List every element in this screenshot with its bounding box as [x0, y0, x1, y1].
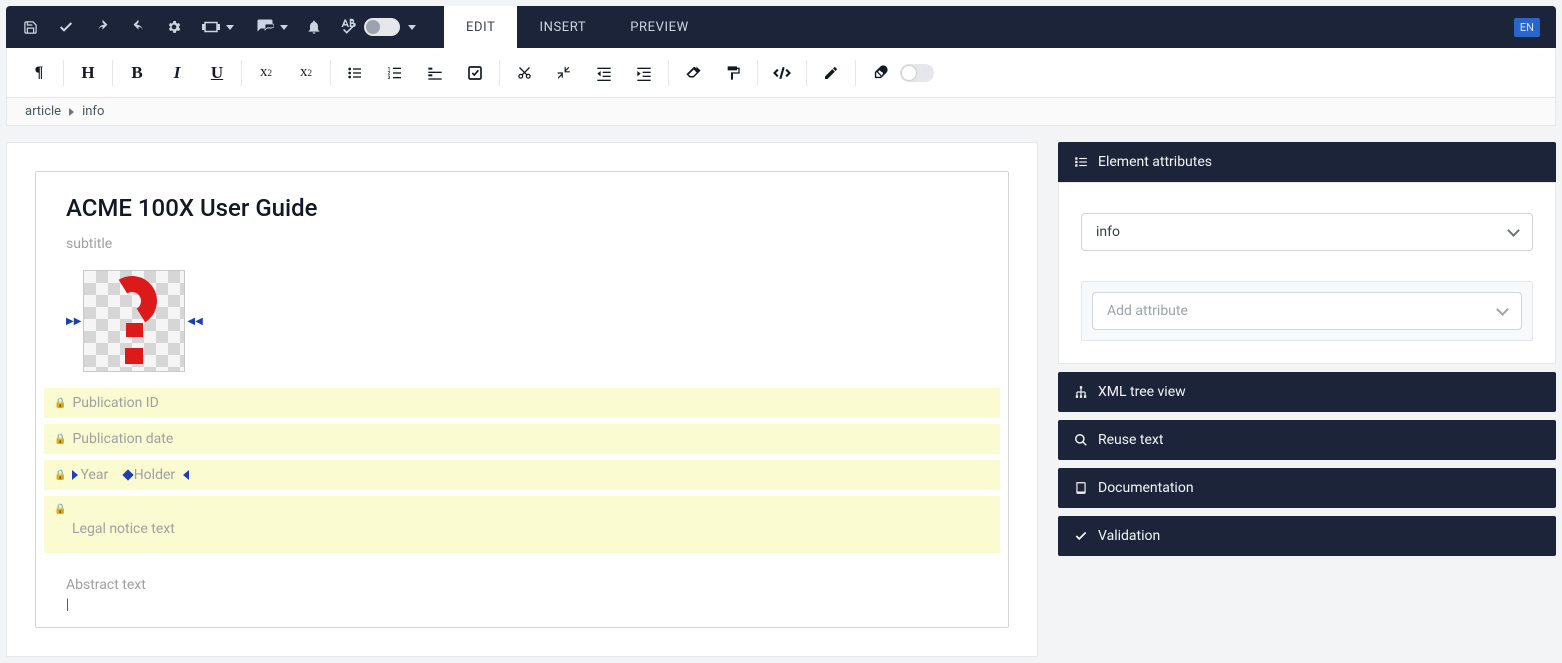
- xml-tree-header[interactable]: XML tree view: [1058, 372, 1556, 412]
- copyright-field[interactable]: 🔒 Year Holder: [44, 460, 1000, 490]
- mode-tabs: EDIT INSERT PREVIEW: [444, 6, 711, 48]
- comment-dropdown[interactable]: [246, 6, 288, 48]
- panel-title: XML tree view: [1098, 384, 1186, 400]
- outdent-icon[interactable]: [584, 48, 624, 98]
- element-attributes-panel: Element attributes info Add attribute: [1058, 142, 1556, 364]
- svg-text:3: 3: [388, 75, 391, 81]
- reuse-text-header[interactable]: Reuse text: [1058, 420, 1556, 460]
- caret-right-icon: ▶▶: [66, 316, 81, 327]
- breadcrumb-item[interactable]: article: [25, 104, 61, 119]
- validation-panel: Validation: [1058, 516, 1556, 556]
- pencil-icon[interactable]: [811, 48, 851, 98]
- document-title[interactable]: ACME 100X User Guide: [36, 194, 1008, 222]
- publication-id-field[interactable]: 🔒 Publication ID: [44, 388, 1000, 418]
- spellcheck-toggle[interactable]: [332, 18, 424, 36]
- underline-icon[interactable]: U: [197, 48, 237, 98]
- legal-notice-field[interactable]: 🔒 Legal notice text: [44, 496, 1000, 553]
- subtitle-placeholder[interactable]: subtitle: [66, 236, 112, 252]
- tree-icon: [1074, 385, 1088, 399]
- documentation-panel: Documentation: [1058, 468, 1556, 508]
- superscript-icon[interactable]: x2: [246, 48, 286, 98]
- layout-icon: [192, 6, 224, 48]
- panel-title: Documentation: [1098, 480, 1194, 496]
- element-attributes-header[interactable]: Element attributes: [1058, 142, 1556, 182]
- tab-edit[interactable]: EDIT: [444, 6, 517, 48]
- layout-dropdown[interactable]: [192, 6, 234, 48]
- format-painter-icon[interactable]: [713, 48, 753, 98]
- eraser-icon[interactable]: [673, 48, 713, 98]
- redo-icon[interactable]: [120, 6, 156, 48]
- bullet-list-icon[interactable]: [335, 48, 375, 98]
- lock-icon: 🔒: [54, 434, 66, 445]
- field-placeholder: Publication date: [72, 431, 173, 447]
- paragraph-icon[interactable]: ¶: [19, 48, 59, 98]
- italic-icon[interactable]: I: [157, 48, 197, 98]
- lock-icon: 🔒: [54, 504, 66, 515]
- panel-title: Reuse text: [1098, 432, 1163, 448]
- subscript-icon[interactable]: x2: [286, 48, 326, 98]
- year-tag[interactable]: Year: [72, 467, 108, 483]
- spellcheck-icon: [340, 18, 358, 36]
- collapse-icon[interactable]: [544, 48, 584, 98]
- check-icon[interactable]: [48, 6, 84, 48]
- abstract-placeholder[interactable]: Abstract text: [66, 577, 146, 593]
- book-icon: [1074, 481, 1088, 495]
- indent-icon[interactable]: [624, 48, 664, 98]
- numbered-list-icon[interactable]: 123: [375, 48, 415, 98]
- select-value: info: [1096, 224, 1120, 240]
- list-icon: [1074, 155, 1088, 169]
- cut-icon[interactable]: [504, 48, 544, 98]
- breadcrumb-item[interactable]: info: [82, 104, 104, 119]
- check-icon: [1074, 529, 1088, 543]
- document-frame[interactable]: ACME 100X User Guide subtitle ▶▶ ◀◀ 🔒 Pu…: [35, 171, 1009, 628]
- tab-preview[interactable]: PREVIEW: [608, 6, 711, 48]
- gear-icon[interactable]: [156, 6, 192, 48]
- validation-header[interactable]: Validation: [1058, 516, 1556, 556]
- panel-title: Validation: [1098, 528, 1160, 544]
- publication-date-field[interactable]: 🔒 Publication date: [44, 424, 1000, 454]
- image-placeholder-row: ▶▶ ◀◀: [36, 270, 1008, 372]
- heading-icon[interactable]: H: [68, 48, 108, 98]
- xml-tree-panel: XML tree view: [1058, 372, 1556, 412]
- holder-tag[interactable]: Holder: [124, 467, 189, 483]
- search-icon: [1074, 433, 1088, 447]
- chevron-down-icon: [280, 25, 288, 30]
- tab-insert[interactable]: INSERT: [517, 6, 608, 48]
- chevron-down-icon: [1507, 224, 1520, 237]
- comment-icon: [246, 6, 278, 48]
- bell-icon[interactable]: [296, 6, 332, 48]
- element-select[interactable]: info: [1081, 213, 1533, 251]
- lock-icon: 🔒: [54, 398, 66, 409]
- editor-panel: ACME 100X User Guide subtitle ▶▶ ◀◀ 🔒 Pu…: [6, 142, 1038, 657]
- language-badge[interactable]: EN: [1514, 18, 1540, 37]
- missing-image-icon[interactable]: [83, 270, 185, 372]
- chevron-down-icon: [1496, 303, 1509, 316]
- chevron-right-icon: [69, 108, 74, 116]
- panel-title: Element attributes: [1098, 154, 1212, 170]
- field-placeholder: Publication ID: [72, 395, 158, 411]
- format-toolbar: ¶ H B I U x2 x2 123: [6, 48, 1556, 98]
- definition-list-icon[interactable]: [415, 48, 455, 98]
- chevron-down-icon: [408, 25, 416, 30]
- select-placeholder: Add attribute: [1107, 303, 1188, 319]
- pill-toggle-icon: [364, 18, 400, 36]
- save-icon[interactable]: [12, 6, 48, 48]
- code-icon[interactable]: [762, 48, 802, 98]
- lock-icon: 🔒: [54, 470, 66, 481]
- caret-left-icon: ◀◀: [187, 316, 202, 327]
- checkbox-icon[interactable]: [455, 48, 495, 98]
- breadcrumb: article info: [6, 98, 1556, 126]
- text-cursor[interactable]: |: [36, 593, 1008, 613]
- chevron-down-icon: [226, 25, 234, 30]
- feather-icon[interactable]: [860, 48, 900, 98]
- bold-icon[interactable]: B: [117, 48, 157, 98]
- add-attribute-select[interactable]: Add attribute: [1092, 292, 1522, 330]
- undo-icon[interactable]: [84, 6, 120, 48]
- reuse-text-panel: Reuse text: [1058, 420, 1556, 460]
- track-changes-toggle[interactable]: [900, 64, 934, 82]
- field-placeholder: Legal notice text: [54, 521, 175, 537]
- documentation-header[interactable]: Documentation: [1058, 468, 1556, 508]
- top-toolbar: EDIT INSERT PREVIEW EN: [6, 6, 1556, 48]
- side-panel: Element attributes info Add attribute XM: [1058, 142, 1556, 556]
